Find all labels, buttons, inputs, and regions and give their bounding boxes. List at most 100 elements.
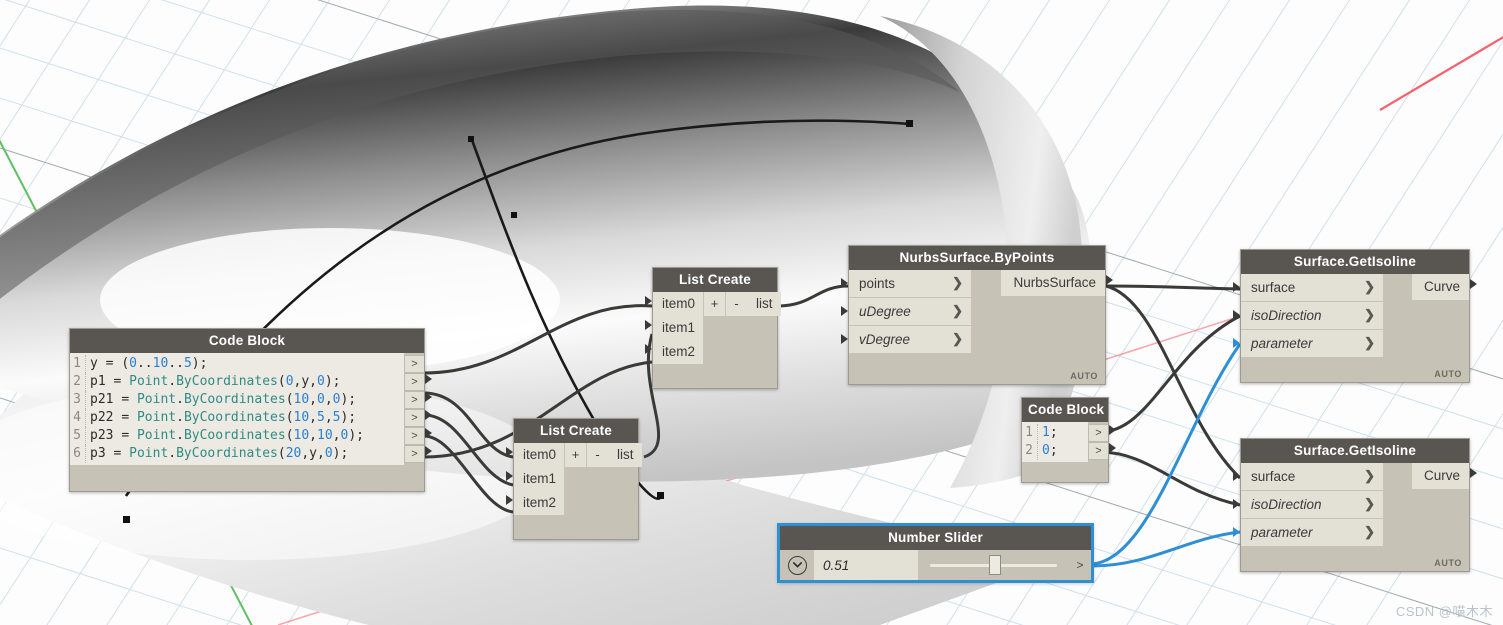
port-area: surface ❯ isoDirection ❯ parameter ❯ Curve [1233, 274, 1477, 358]
input-port-item[interactable]: item0 [506, 443, 565, 467]
input-port-item[interactable]: item1 [506, 467, 565, 491]
input-nub [1233, 338, 1240, 348]
node-list-create-top[interactable]: List Create item0 item1 item2 + - list [645, 267, 781, 389]
node-surface-getisoline-top[interactable]: Surface.GetIsoline surface ❯ isoDirection ❯… [1233, 249, 1477, 383]
code-token: p21 [90, 392, 122, 407]
output-ports[interactable]: Curve [1411, 463, 1477, 547]
remove-item-button[interactable]: - [725, 292, 748, 316]
slider-track[interactable] [918, 550, 1069, 580]
remove-item-button[interactable]: - [586, 443, 609, 467]
slider-output-port[interactable]: > [1069, 550, 1091, 580]
output-port-curve[interactable]: Curve [1411, 463, 1477, 489]
code-token: . [168, 374, 177, 389]
input-port-label: isoDirection [1251, 307, 1322, 323]
list-create-controls[interactable]: + - [703, 292, 748, 388]
node-number-slider[interactable]: Number Slider 0.51 > [778, 524, 1093, 582]
input-ports[interactable]: points ❯ uDegree ❯ vDegree ❯ [841, 270, 971, 354]
code-token: ByCoordinates [183, 392, 286, 407]
code-token: 10 [293, 428, 310, 443]
code-token: 0 [317, 392, 325, 407]
code-token: = [121, 410, 137, 425]
input-port-points[interactable]: points ❯ [841, 270, 971, 298]
output-port-curve[interactable]: Curve [1411, 274, 1477, 300]
code-token: 5 [317, 410, 325, 425]
input-ports[interactable]: surface ❯ isoDirection ❯ parameter ❯ [1233, 463, 1383, 547]
node-title: List Create [653, 268, 777, 292]
code-token: = [113, 374, 130, 389]
input-port-surface[interactable]: surface ❯ [1233, 463, 1383, 491]
input-ports[interactable]: surface ❯ isoDirection ❯ parameter ❯ [1233, 274, 1383, 358]
output-nub [425, 374, 432, 384]
input-port-item[interactable]: item2 [506, 491, 565, 515]
slider-expand-button[interactable] [780, 550, 814, 580]
code-block-body[interactable]: 1 1; 2 0; > > [1022, 422, 1116, 462]
output-port[interactable]: > [404, 391, 432, 409]
add-item-button[interactable]: + [564, 443, 587, 467]
code-editor[interactable]: 1 1; 2 0; [1022, 422, 1088, 462]
output-port[interactable]: > [404, 427, 432, 445]
code-token: 10 [293, 392, 310, 407]
input-port-item[interactable]: item0 [645, 292, 704, 316]
code-block-output-ports[interactable]: > > [1088, 422, 1116, 462]
code-token: = [113, 446, 130, 461]
input-port-parameter[interactable]: parameter ❯ [1233, 519, 1383, 547]
node-title: Code Block [70, 329, 424, 353]
input-port-parameter[interactable]: parameter ❯ [1233, 330, 1383, 358]
output-port[interactable]: > [404, 409, 432, 427]
input-port-item[interactable]: item2 [645, 340, 704, 364]
node-title: Number Slider [780, 526, 1091, 550]
node-surface-getisoline-bottom[interactable]: Surface.GetIsoline surface ❯ isoDirection ❯… [1233, 438, 1477, 572]
slider-thumb[interactable] [988, 555, 1001, 575]
code-token: , [309, 428, 317, 443]
input-port-surface[interactable]: surface ❯ [1233, 274, 1383, 302]
output-port[interactable]: > [404, 445, 432, 463]
code-token: 0 [340, 428, 349, 443]
output-port[interactable]: > [1088, 424, 1116, 442]
code-token: 10 [293, 410, 310, 425]
number-slider-body[interactable]: 0.51 > [780, 550, 1091, 580]
node-code-block-main[interactable]: Code Block 1y = (0.. 10.. 5); 2 p1 = Point. B… [69, 328, 432, 492]
input-nub [645, 320, 652, 330]
slider-value-input[interactable]: 0.51 [814, 550, 918, 580]
output-port-list[interactable]: list [747, 292, 781, 316]
code-editor[interactable]: 1y = (0.. 10.. 5); 2 p1 = Point. ByCoordinate… [70, 353, 404, 465]
node-title: Surface.GetIsoline [1241, 250, 1469, 274]
input-nub [1233, 499, 1240, 509]
list-create-output[interactable]: list [608, 443, 642, 539]
input-port-label: surface [1251, 468, 1296, 484]
chevron-right-icon: ❯ [1364, 468, 1375, 483]
run-mode-label: AUTO [1070, 371, 1098, 381]
input-port-vdegree[interactable]: vDegree ❯ [841, 326, 971, 354]
node-nurbssurface-bypoints[interactable]: NurbsSurface.ByPoints points ❯ uDegree ❯ vDe… [841, 245, 1113, 385]
output-ports[interactable]: NurbsSurface [1001, 270, 1113, 354]
output-port[interactable]: > [404, 355, 424, 373]
code-token: . [176, 428, 184, 443]
list-create-output[interactable]: list [747, 292, 781, 388]
input-port-isodirection[interactable]: isoDirection ❯ [1233, 491, 1383, 519]
line-number: 6 [70, 445, 86, 463]
output-nub [1109, 425, 1116, 435]
code-token: ( [285, 410, 294, 425]
code-token: Point [129, 374, 169, 389]
code-token: 1 [1042, 425, 1050, 440]
input-port-item[interactable]: item1 [645, 316, 704, 340]
code-token: 5 [183, 356, 192, 371]
chevron-right-icon: ❯ [1364, 335, 1375, 350]
add-item-button[interactable]: + [703, 292, 726, 316]
node-code-block-small[interactable]: Code Block 1 1; 2 0; > > [1021, 397, 1116, 483]
input-port-label: isoDirection [1251, 496, 1322, 512]
node-list-create-bottom[interactable]: List Create item0 item1 item2 + - list [506, 418, 642, 540]
list-create-controls[interactable]: + - [564, 443, 609, 539]
output-port[interactable]: > [1088, 442, 1116, 460]
code-token: , [324, 392, 333, 407]
input-port-isodirection[interactable]: isoDirection ❯ [1233, 302, 1383, 330]
code-block-output-ports[interactable]: > > > > > > [404, 353, 432, 465]
code-block-body[interactable]: 1y = (0.. 10.. 5); 2 p1 = Point. ByCoordinate… [70, 353, 432, 465]
output-port-nurbssurface[interactable]: NurbsSurface [1001, 270, 1113, 296]
output-port[interactable]: > [404, 373, 432, 391]
output-port-list[interactable]: list [608, 443, 642, 467]
input-port-udegree[interactable]: uDegree ❯ [841, 298, 971, 326]
chevron-right-icon: ❯ [1364, 524, 1375, 539]
code-line: 5 p23 = Point. ByCoordinates(10, 10, 0); [70, 427, 404, 445]
output-ports[interactable]: Curve [1411, 274, 1477, 358]
